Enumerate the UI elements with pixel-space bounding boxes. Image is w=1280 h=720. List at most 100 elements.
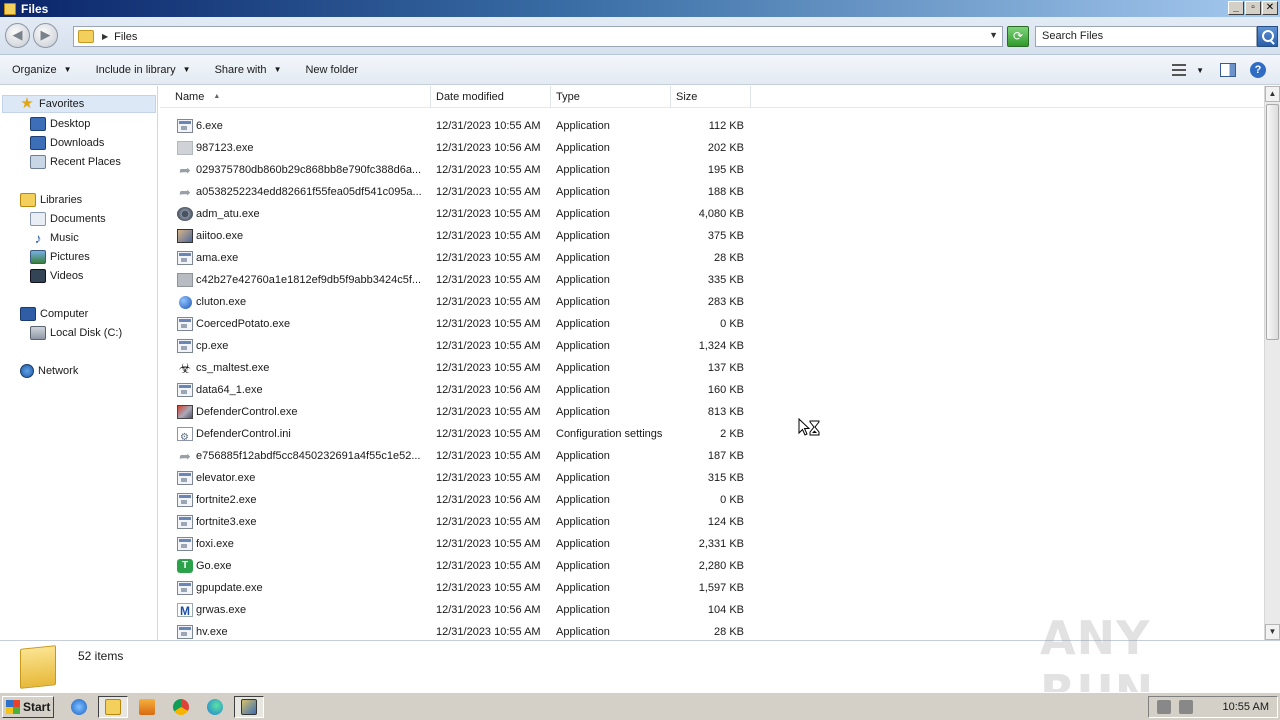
file-row[interactable]: ➦ a0538252234edd82661f55fea05df541c095a..… (160, 181, 1264, 203)
file-name-cell[interactable]: ➦ e756885f12abdf5cc8450232691a4f55c1e52..… (177, 445, 431, 467)
file-row[interactable]: gpupdate.exe 12/31/2023 10:55 AM Applicati… (160, 577, 1264, 599)
file-name-cell[interactable]: cp.exe (177, 335, 431, 357)
file-row[interactable]: ama.exe 12/31/2023 10:55 AM Application 28 … (160, 247, 1264, 269)
file-row[interactable]: DefenderControl.ini 12/31/2023 10:55 AM Co… (160, 423, 1264, 445)
nav-item-network[interactable]: Network (20, 362, 78, 380)
file-name-cell[interactable]: DefenderControl.ini (177, 423, 431, 445)
file-name-cell[interactable]: ➦ 029375780db860b29c868bb8e790fc388d6a... (177, 159, 431, 181)
file-name-cell[interactable]: T Go.exe (177, 555, 431, 577)
file-row[interactable]: 6.exe 12/31/2023 10:55 AM Application 112 K… (160, 115, 1264, 137)
file-row[interactable]: fortnite3.exe 12/31/2023 10:55 AM Applicat… (160, 511, 1264, 533)
file-name-cell[interactable]: foxi.exe (177, 533, 431, 555)
file-name-cell[interactable]: fortnite3.exe (177, 511, 431, 533)
file-name-cell[interactable]: cluton.exe (177, 291, 431, 313)
column-header-size[interactable]: Size (671, 86, 751, 108)
nav-item-recent-places[interactable]: Recent Places (30, 153, 121, 171)
back-button[interactable]: ◀ (5, 23, 30, 48)
file-name-cell[interactable]: 987123.exe (177, 137, 431, 159)
nav-item-desktop[interactable]: Desktop (30, 115, 90, 133)
file-row[interactable]: data64_1.exe 12/31/2023 10:56 AM Applicati… (160, 379, 1264, 401)
help-icon[interactable]: ? (1250, 62, 1266, 78)
file-name-cell[interactable]: Mgrwas.exe (177, 599, 431, 621)
file-name-cell[interactable]: c42b27e42760a1e1812ef9db5f9abb3424c5f... (177, 269, 431, 291)
start-button[interactable]: Start (2, 696, 54, 718)
address-path[interactable]: Files (114, 31, 137, 43)
file-name-cell[interactable]: aiitoo.exe (177, 225, 431, 247)
file-row[interactable]: adm_atu.exe 12/31/2023 10:55 AM Applicatio… (160, 203, 1264, 225)
file-row[interactable]: cluton.exe 12/31/2023 10:55 AM Application… (160, 291, 1264, 313)
file-name-cell[interactable]: hv.exe (177, 621, 431, 640)
minimize-button[interactable]: _ (1228, 1, 1244, 15)
ini-icon (177, 427, 193, 445)
column-header-type[interactable]: Type (551, 86, 671, 108)
file-name-cell[interactable]: data64_1.exe (177, 379, 431, 401)
file-row[interactable]: fortnite2.exe 12/31/2023 10:56 AM Applicat… (160, 489, 1264, 511)
nav-item-libraries[interactable]: Libraries (20, 191, 82, 209)
file-row[interactable]: DefenderControl.exe 12/31/2023 10:55 AM Ap… (160, 401, 1264, 423)
share-with-button[interactable]: Share with ▼ (203, 55, 294, 85)
include-in-library-button[interactable]: Include in library ▼ (84, 55, 203, 85)
scroll-up-button[interactable]: ▲ (1265, 86, 1280, 102)
forward-button[interactable]: ▶ (33, 23, 58, 48)
file-name-cell[interactable]: elevator.exe (177, 467, 431, 489)
new-folder-button[interactable]: New folder (293, 55, 370, 85)
network-status-icon[interactable] (1179, 700, 1193, 714)
nav-item-downloads[interactable]: Downloads (30, 134, 104, 152)
search-input[interactable]: Search Files (1035, 26, 1257, 47)
scroll-thumb[interactable] (1266, 104, 1279, 340)
file-name-cell[interactable]: fortnite2.exe (177, 489, 431, 511)
file-row[interactable]: foxi.exe 12/31/2023 10:55 AM Application 2,… (160, 533, 1264, 555)
vertical-scrollbar[interactable]: ▲ ▼ (1264, 86, 1280, 640)
nav-item-local-disk[interactable]: Local Disk (C:) (30, 324, 122, 342)
nav-item-music[interactable]: ♪ Music (30, 229, 79, 247)
view-options-icon[interactable] (1172, 64, 1187, 76)
computer-icon (20, 307, 36, 321)
refresh-button[interactable]: ⟳ (1007, 26, 1029, 47)
file-row[interactable]: T Go.exe 12/31/2023 10:55 AM Application 2,2… (160, 555, 1264, 577)
taskbar-app-chrome[interactable] (166, 696, 196, 718)
file-name-cell[interactable]: ☣ cs_maltest.exe (177, 357, 431, 379)
taskbar-app-edge[interactable] (200, 696, 230, 718)
file-name-cell[interactable]: DefenderControl.exe (177, 401, 431, 423)
file-row[interactable]: cp.exe 12/31/2023 10:55 AM Application 1,32… (160, 335, 1264, 357)
file-row[interactable]: CoercedPotato.exe 12/31/2023 10:55 AM Appl… (160, 313, 1264, 335)
file-name-cell[interactable]: ➦ a0538252234edd82661f55fea05df541c095a..… (177, 181, 431, 203)
volume-icon[interactable] (1157, 700, 1171, 714)
file-row[interactable]: elevator.exe 12/31/2023 10:55 AM Applicati… (160, 467, 1264, 489)
file-row[interactable]: ➦ e756885f12abdf5cc8450232691a4f55c1e52..… (160, 445, 1264, 467)
taskbar-app-explorer[interactable] (98, 696, 128, 718)
taskbar-app-media-player[interactable] (132, 696, 162, 718)
file-name-cell[interactable]: CoercedPotato.exe (177, 313, 431, 335)
file-date-cell: 12/31/2023 10:55 AM (436, 208, 541, 220)
file-name-cell[interactable]: gpupdate.exe (177, 577, 431, 599)
file-name-cell[interactable]: adm_atu.exe (177, 203, 431, 225)
chevron-down-icon[interactable]: ▼ (989, 30, 998, 40)
file-row[interactable]: aiitoo.exe 12/31/2023 10:55 AM Application… (160, 225, 1264, 247)
chevron-down-icon[interactable]: ▼ (1196, 66, 1204, 75)
preview-pane-icon[interactable] (1220, 63, 1236, 77)
column-header-date[interactable]: Date modified (431, 86, 551, 108)
taskbar-app-internet-explorer[interactable] (64, 696, 94, 718)
file-row[interactable]: ☣ cs_maltest.exe 12/31/2023 10:55 AM Applic… (160, 357, 1264, 379)
address-bar[interactable]: ▶ Files ▼ (73, 26, 1003, 47)
chevron-right-icon[interactable]: ▶ (102, 32, 108, 41)
nav-item-pictures[interactable]: Pictures (30, 248, 90, 266)
column-header-name[interactable]: Name ▲ (170, 86, 431, 108)
exe-icon (177, 339, 193, 353)
nav-item-documents[interactable]: Documents (30, 210, 106, 228)
nav-item-videos[interactable]: Videos (30, 267, 83, 285)
close-button[interactable]: ✕ (1262, 1, 1278, 15)
file-row[interactable]: ➦ 029375780db860b29c868bb8e790fc388d6a...… (160, 159, 1264, 181)
clock[interactable]: 10:55 AM (1223, 701, 1269, 713)
nav-item-computer[interactable]: Computer (20, 305, 88, 323)
maximize-button[interactable]: ▫ (1245, 1, 1261, 15)
file-name-cell[interactable]: ama.exe (177, 247, 431, 269)
file-name-cell[interactable]: 6.exe (177, 115, 431, 137)
taskbar-app-tool[interactable] (234, 696, 264, 718)
organize-button[interactable]: Organize ▼ (0, 55, 84, 85)
search-icon[interactable] (1257, 26, 1278, 47)
file-row[interactable]: c42b27e42760a1e1812ef9db5f9abb3424c5f...… (160, 269, 1264, 291)
file-size-cell: 28 KB (714, 626, 744, 638)
nav-item-favorites[interactable]: ★ Favorites (2, 95, 156, 113)
file-row[interactable]: 987123.exe 12/31/2023 10:56 AM Application… (160, 137, 1264, 159)
